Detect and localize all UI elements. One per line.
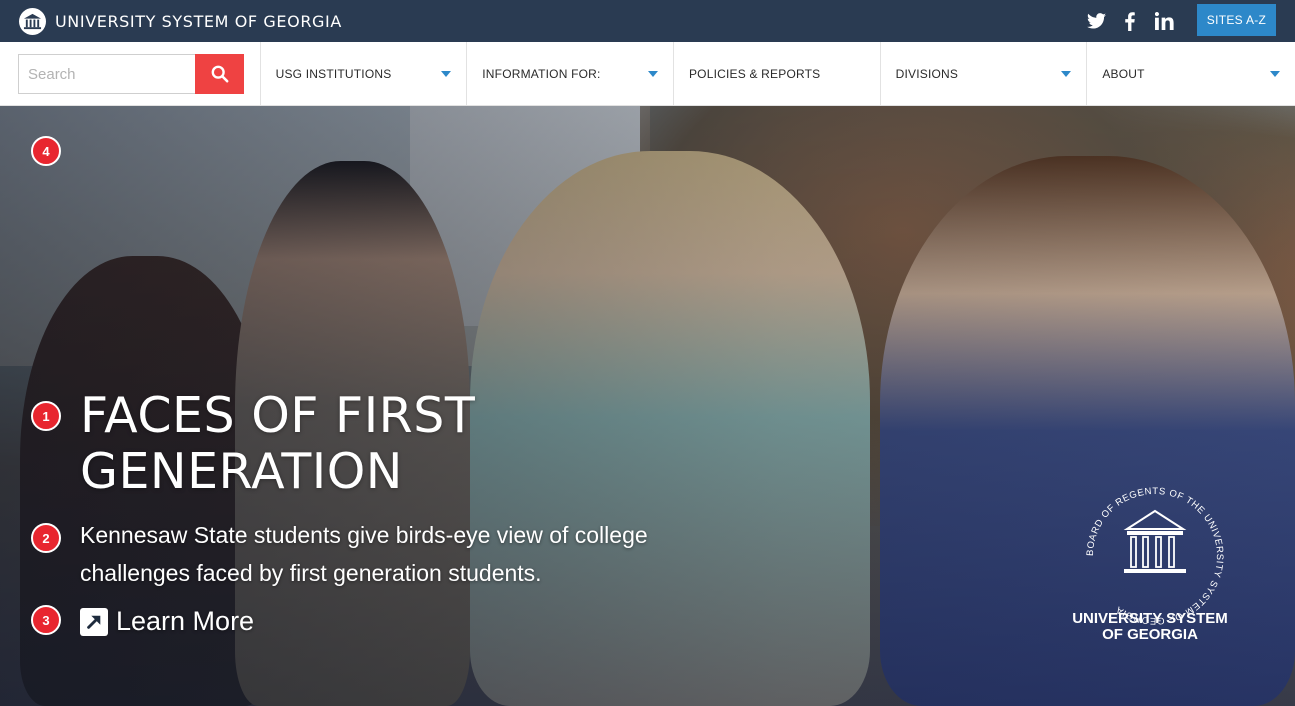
learn-more-label: Learn More [116,606,255,636]
search-input[interactable] [18,54,195,94]
nav-label: POLICIES & REPORTS [688,67,821,81]
site-title: UNIVERSITY SYSTEM OF GEORGIA [55,11,342,31]
hero-title: FACES OF FIRST GENERATION [80,388,640,500]
nav-label: DIVISIONS [895,67,959,81]
hero-subtitle-line: Kennesaw State students give birds-eye v… [80,522,648,548]
sites-a-z-button[interactable]: SITES A-Z [1197,4,1276,36]
nav-information-for[interactable]: INFORMATION FOR: [467,42,674,106]
nav-divisions[interactable]: DIVISIONS [881,42,1088,106]
hero-subtitle-line: challenges faced by first generation stu… [80,560,542,586]
nav-label: USG INSTITUTIONS [275,67,392,81]
learn-more-link[interactable]: Learn More [80,606,254,637]
top-bar: UNIVERSITY SYSTEM OF GEORGIA SITES A-Z [0,0,1295,42]
brand[interactable]: UNIVERSITY SYSTEM OF GEORGIA [19,7,342,35]
hero-subtitle: Kennesaw State students give birds-eye v… [80,516,700,592]
twitter-icon[interactable] [1079,0,1113,42]
usg-logo-icon [19,7,46,35]
nav-label: INFORMATION FOR: [482,67,601,81]
nav-policies-reports[interactable]: POLICIES & REPORTS [674,42,881,106]
external-link-icon [80,607,108,636]
nav-label: ABOUT [1102,67,1145,81]
search-box [0,42,261,106]
marker-badge: 2 [31,523,61,553]
seal-caption-line: OF GEORGIA [1102,626,1198,643]
chevron-down-icon [647,71,658,77]
seal-caption-line: UNIVERSITY SYSTEM [1072,610,1228,627]
nav-usg-institutions[interactable]: USG INSTITUTIONS [261,42,468,106]
hero-title-line: FACES OF FIRST [80,387,476,444]
main-navigation: USG INSTITUTIONS INFORMATION FOR: POLICI… [0,42,1295,106]
chevron-down-icon [441,71,452,77]
marker-badge: 4 [31,136,61,166]
marker-badge: 1 [31,401,61,431]
svg-text:BOARD OF REGENTS OF THE UNIVER: BOARD OF REGENTS OF THE UNIVERSITY SYSTE… [1085,486,1225,626]
seal-ring-text: BOARD OF REGENTS OF THE UNIVERSITY SYSTE… [1085,486,1225,626]
search-icon [211,65,228,83]
seal-caption: UNIVERSITY SYSTEM OF GEORGIA [1060,611,1240,643]
hero-title-line: GENERATION [80,443,403,500]
nav-about[interactable]: ABOUT [1087,42,1295,106]
social-links [1079,0,1181,42]
chevron-down-icon [1061,71,1072,77]
hero-banner: 4 1 2 3 FACES OF FIRST GENERATION Kennes… [0,106,1295,706]
linkedin-icon[interactable] [1147,0,1181,42]
search-button[interactable] [195,54,244,94]
chevron-down-icon [1270,71,1281,77]
marker-badge: 3 [31,605,61,635]
facebook-icon[interactable] [1113,0,1147,42]
